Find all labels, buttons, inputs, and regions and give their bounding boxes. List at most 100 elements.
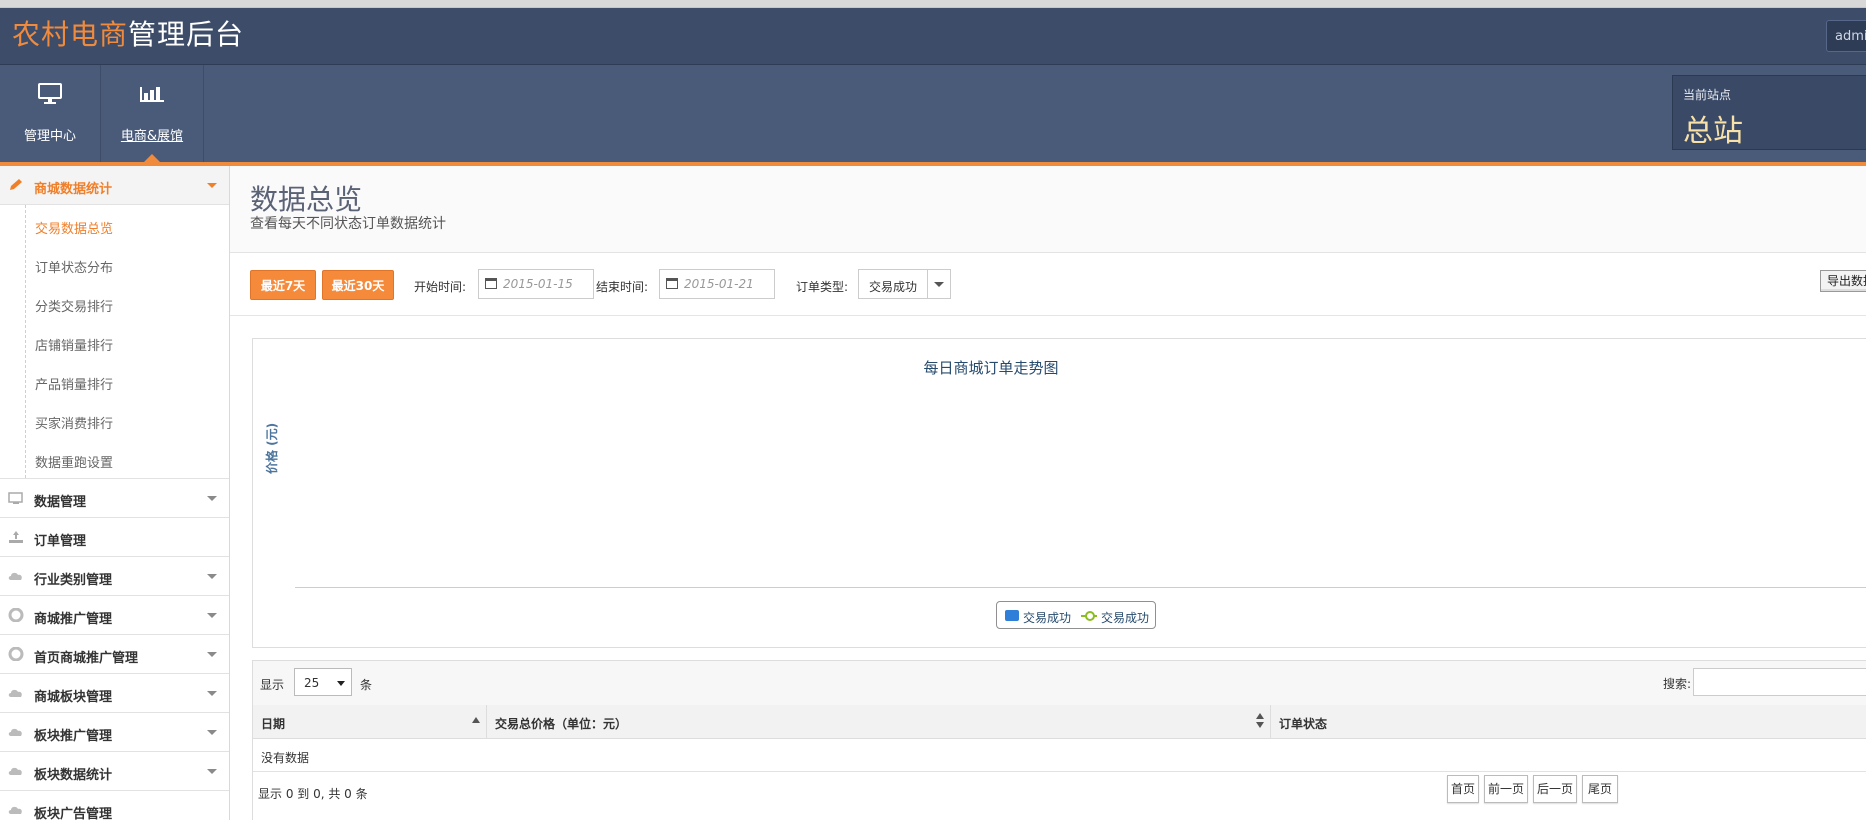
chart-title: 每日商城订单走势图 [923, 359, 1059, 377]
app-brand: 农村电商管理后台 [12, 18, 244, 52]
nav-management-center[interactable]: 管理中心 [0, 65, 101, 162]
calendar-icon [666, 278, 678, 289]
brand-part2: 管理后台 [128, 18, 245, 51]
unit-label: 条 [360, 678, 373, 692]
chevron-down-icon [934, 282, 944, 287]
end-date-field[interactable] [659, 269, 775, 299]
sidebar-item-label: 订单状态分布 [35, 261, 114, 276]
site-name: 总站 [1683, 114, 1743, 149]
sidebar-group-label: 订单管理 [34, 534, 87, 549]
current-site[interactable]: 当前站点 总站 [1672, 75, 1866, 150]
site-label: 当前站点 [1683, 88, 1732, 102]
legend-item-line[interactable]: 交易成功 [1101, 609, 1149, 626]
chart-x-axis [295, 587, 1866, 588]
chevron-down-icon [207, 183, 217, 188]
last-30-days-button[interactable]: 最近30天 [322, 270, 394, 300]
cloud-icon [8, 569, 24, 583]
upload-icon [8, 530, 24, 544]
sidebar-group-block-ads[interactable]: 板块广告管理 [0, 791, 229, 820]
sidebar-item-order-status[interactable]: 订单状态分布 [0, 244, 229, 283]
sidebar-group-mall-promo[interactable]: 商城推广管理 [0, 596, 229, 635]
calendar-icon [485, 278, 497, 289]
data-table-panel: 显示 25 条 搜索: 日期 交易总价格（单位：元） 订单状态 没有数据 显示 … [252, 660, 1866, 820]
sidebar-group-data[interactable]: 数据管理 [0, 479, 229, 518]
user-menu[interactable]: admin [1826, 20, 1866, 52]
search-input[interactable] [1693, 668, 1866, 696]
sidebar-group-label: 板块数据统计 [34, 768, 113, 783]
col-status-header[interactable]: 订单状态 [1271, 705, 1866, 738]
col-label: 交易总价格（单位：元） [495, 717, 628, 731]
show-label: 显示 [260, 678, 285, 692]
sidebar-group-label: 数据管理 [34, 495, 87, 510]
chevron-down-icon [207, 769, 217, 774]
nav-ecommerce[interactable]: 电商&展馆 [101, 65, 204, 162]
main-content: 数据总览 查看每天不同状态订单数据统计 最近7天 最近30天 开始时间: 结束时… [230, 166, 1866, 820]
chevron-down-icon [207, 574, 217, 579]
sidebar-group-block-stats[interactable]: 板块数据统计 [0, 752, 229, 791]
col-total-price-header[interactable]: 交易总价格（单位：元） [487, 705, 1271, 738]
sort-asc-icon [472, 717, 480, 723]
sidebar-item-rerun-settings[interactable]: 数据重跑设置 [0, 439, 229, 478]
sidebar: 商城数据统计 交易数据总览 订单状态分布 分类交易排行 店铺销量排行 产品销量排… [0, 166, 230, 820]
sidebar-group-label: 商城推广管理 [34, 612, 113, 627]
lifebuoy-icon [8, 646, 24, 662]
cloud-icon [8, 725, 24, 739]
col-date-header[interactable]: 日期 [253, 705, 487, 738]
screen-icon [8, 491, 24, 505]
sidebar-group-mall-stats[interactable]: 商城数据统计 [0, 166, 229, 205]
sidebar-item-label: 数据重跑设置 [35, 456, 114, 471]
sidebar-group-orders[interactable]: 订单管理 [0, 518, 229, 557]
chevron-down-icon [207, 691, 217, 696]
sidebar-item-product-rank[interactable]: 产品销量排行 [0, 361, 229, 400]
filter-toolbar: 最近7天 最近30天 开始时间: 结束时间: 订单类型: 交易成功 导出数据 [230, 253, 1866, 316]
page-title: 数据总览 [250, 183, 363, 216]
export-data-button[interactable]: 导出数据 [1820, 270, 1866, 292]
chart-legend: 交易成功 交易成功 [996, 601, 1156, 629]
sort-icon [1256, 713, 1264, 729]
cloud-icon [8, 764, 24, 778]
sidebar-group-home-promo[interactable]: 首页商城推广管理 [0, 635, 229, 674]
table-controls: 显示 25 条 搜索: [253, 661, 1866, 706]
legend-item-bar[interactable]: 交易成功 [1023, 609, 1071, 626]
page-length-select[interactable]: 25 [294, 668, 352, 696]
sidebar-item-label: 买家消费排行 [35, 417, 114, 432]
active-caret [144, 154, 160, 162]
start-date-input[interactable] [503, 276, 591, 292]
chevron-down-icon [207, 730, 217, 735]
sidebar-group-mall-blocks[interactable]: 商城板块管理 [0, 674, 229, 713]
order-type-select[interactable]: 交易成功 [858, 269, 951, 299]
cloud-icon [8, 686, 24, 700]
sidebar-group-industry[interactable]: 行业类别管理 [0, 557, 229, 596]
sidebar-item-trade-overview[interactable]: 交易数据总览 [0, 205, 229, 244]
start-date-field[interactable] [478, 269, 594, 299]
select-arrow[interactable] [927, 270, 950, 298]
col-label: 订单状态 [1279, 717, 1328, 731]
sidebar-item-buyer-rank[interactable]: 买家消费排行 [0, 400, 229, 439]
page-header: 数据总览 查看每天不同状态订单数据统计 [230, 166, 1866, 253]
chevron-down-icon [207, 613, 217, 618]
lifebuoy-icon [8, 607, 24, 623]
search-label: 搜索: [1663, 677, 1692, 691]
sidebar-item-label: 店铺销量排行 [35, 339, 114, 354]
chart-panel: 每日商城订单走势图 价格 (元) 交易成功 交易成功 [252, 338, 1866, 648]
app-header: 农村电商管理后台 admin [0, 8, 1866, 65]
next-page-button[interactable]: 后一页 [1533, 775, 1577, 803]
sidebar-item-label: 交易数据总览 [35, 222, 114, 237]
sidebar-group-block-promo[interactable]: 板块推广管理 [0, 713, 229, 752]
first-page-button[interactable]: 首页 [1447, 775, 1479, 803]
page-subtitle: 查看每天不同状态订单数据统计 [250, 216, 446, 232]
sidebar-item-category-rank[interactable]: 分类交易排行 [0, 283, 229, 322]
start-time-label: 开始时间: [414, 280, 467, 294]
prev-page-button[interactable]: 前一页 [1484, 775, 1528, 803]
sidebar-group-label: 商城板块管理 [34, 690, 113, 705]
sidebar-submenu: 交易数据总览 订单状态分布 分类交易排行 店铺销量排行 产品销量排行 买家消费排… [0, 205, 229, 479]
top-navbar: 管理中心 电商&展馆 当前站点 总站 [0, 65, 1866, 162]
legend-bar-swatch [1005, 610, 1019, 621]
sidebar-item-shop-rank[interactable]: 店铺销量排行 [0, 322, 229, 361]
table-row: 没有数据 [253, 739, 1866, 772]
nav-label: 电商&展馆 [120, 129, 184, 144]
sidebar-item-label: 分类交易排行 [35, 300, 114, 315]
last-page-button[interactable]: 尾页 [1582, 775, 1618, 803]
end-date-input[interactable] [684, 276, 772, 292]
last-7-days-button[interactable]: 最近7天 [250, 270, 316, 300]
